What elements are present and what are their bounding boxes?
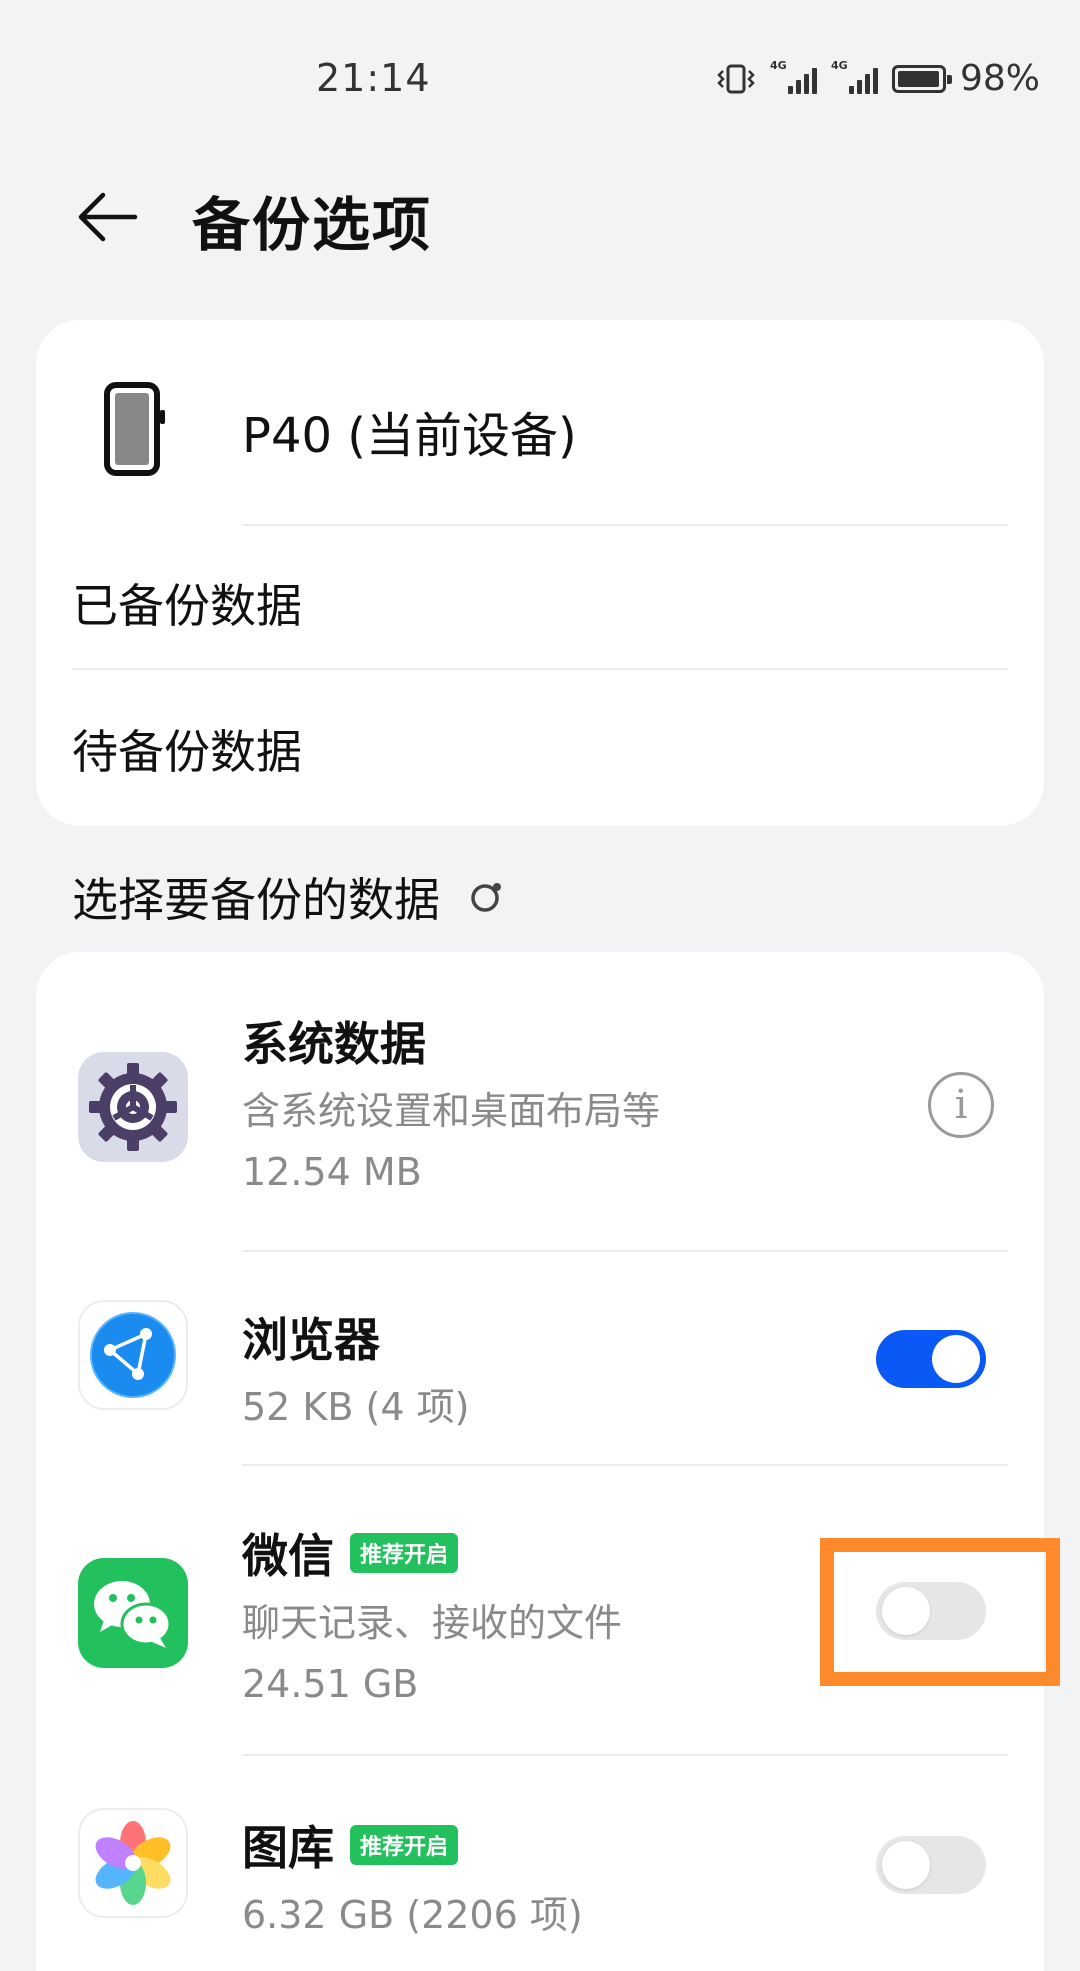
signal-4g-icon: 4G <box>770 60 817 94</box>
recommended-badge: 推荐开启 <box>350 1533 459 1573</box>
pending-backup-data-row[interactable]: 待备份数据 <box>36 670 1044 810</box>
status-icons: 4G 4G 98% <box>716 58 1040 99</box>
signal-label: 4G <box>769 58 787 72</box>
gallery-flower-icon <box>78 1808 188 1918</box>
app-name: 浏览器 <box>242 1304 380 1370</box>
status-bar: 21:14 4G 4G 98% <box>0 0 1080 150</box>
pending-backup-data-label: 待备份数据 <box>72 725 302 779</box>
section-header: 选择要备份的数据 <box>72 864 504 930</box>
wechat-icon <box>78 1558 188 1668</box>
app-name-text: 图库 <box>242 1821 334 1875</box>
battery-icon <box>891 64 952 93</box>
app-size: 52 KB (4 项) <box>242 1385 470 1429</box>
highlight-box <box>820 1538 1060 1686</box>
app-name: 微信 推荐开启 <box>242 1520 459 1586</box>
app-name: 图库 推荐开启 <box>242 1812 459 1878</box>
battery-fill <box>897 70 940 87</box>
info-button[interactable]: i <box>928 1072 994 1138</box>
app-description: 聊天记录、接收的文件 <box>242 1601 623 1645</box>
list-item-browser: 浏览器 52 KB (4 项) <box>36 1252 1044 1466</box>
browser-backup-toggle[interactable] <box>876 1330 986 1388</box>
section-title: 选择要备份的数据 <box>72 873 440 927</box>
back-arrow-icon <box>78 192 138 242</box>
backed-up-data-label: 已备份数据 <box>72 579 302 633</box>
gallery-backup-toggle[interactable] <box>876 1836 986 1894</box>
app-name: 系统数据 <box>242 1008 426 1074</box>
device-card: P40 (当前设备) 已备份数据 待备份数据 <box>36 320 1044 826</box>
recommended-badge: 推荐开启 <box>350 1825 459 1865</box>
signal-4g-icon: 4G <box>831 60 878 94</box>
device-row: P40 (当前设备) <box>36 320 1044 524</box>
app-name-text: 微信 <box>242 1529 334 1583</box>
app-size: 12.54 MB <box>242 1150 422 1194</box>
app-header: 备份选项 <box>0 160 1080 270</box>
list-item-gallery: 图库 推荐开启 6.32 GB (2206 项) <box>36 1756 1044 1971</box>
battery-percent: 98% <box>959 58 1040 99</box>
signal-label: 4G <box>830 58 848 72</box>
vibrate-icon <box>717 64 755 93</box>
app-size: 24.51 GB <box>242 1662 419 1706</box>
status-time: 21:14 <box>316 56 431 100</box>
browser-globe-icon <box>78 1300 188 1410</box>
app-size: 6.32 GB (2206 项) <box>242 1893 583 1937</box>
app-name-text: 系统数据 <box>242 1017 426 1071</box>
app-name-text: 浏览器 <box>242 1313 380 1367</box>
system-settings-gear-icon <box>78 1052 188 1162</box>
app-description: 含系统设置和桌面布局等 <box>242 1089 661 1133</box>
info-icon: i <box>954 1082 968 1128</box>
device-name: P40 (当前设备) <box>242 408 577 464</box>
list-item-system-data: 系统数据 含系统设置和桌面布局等 12.54 MB i <box>36 952 1044 1252</box>
app-list-card: 系统数据 含系统设置和桌面布局等 12.54 MB i 浏览器 52 KB (4… <box>36 952 1044 1971</box>
backed-up-data-row[interactable]: 已备份数据 <box>36 526 1044 666</box>
back-button[interactable] <box>72 182 142 252</box>
spinner-icon <box>471 883 501 912</box>
phone-icon <box>104 382 165 476</box>
page-title: 备份选项 <box>192 191 433 259</box>
